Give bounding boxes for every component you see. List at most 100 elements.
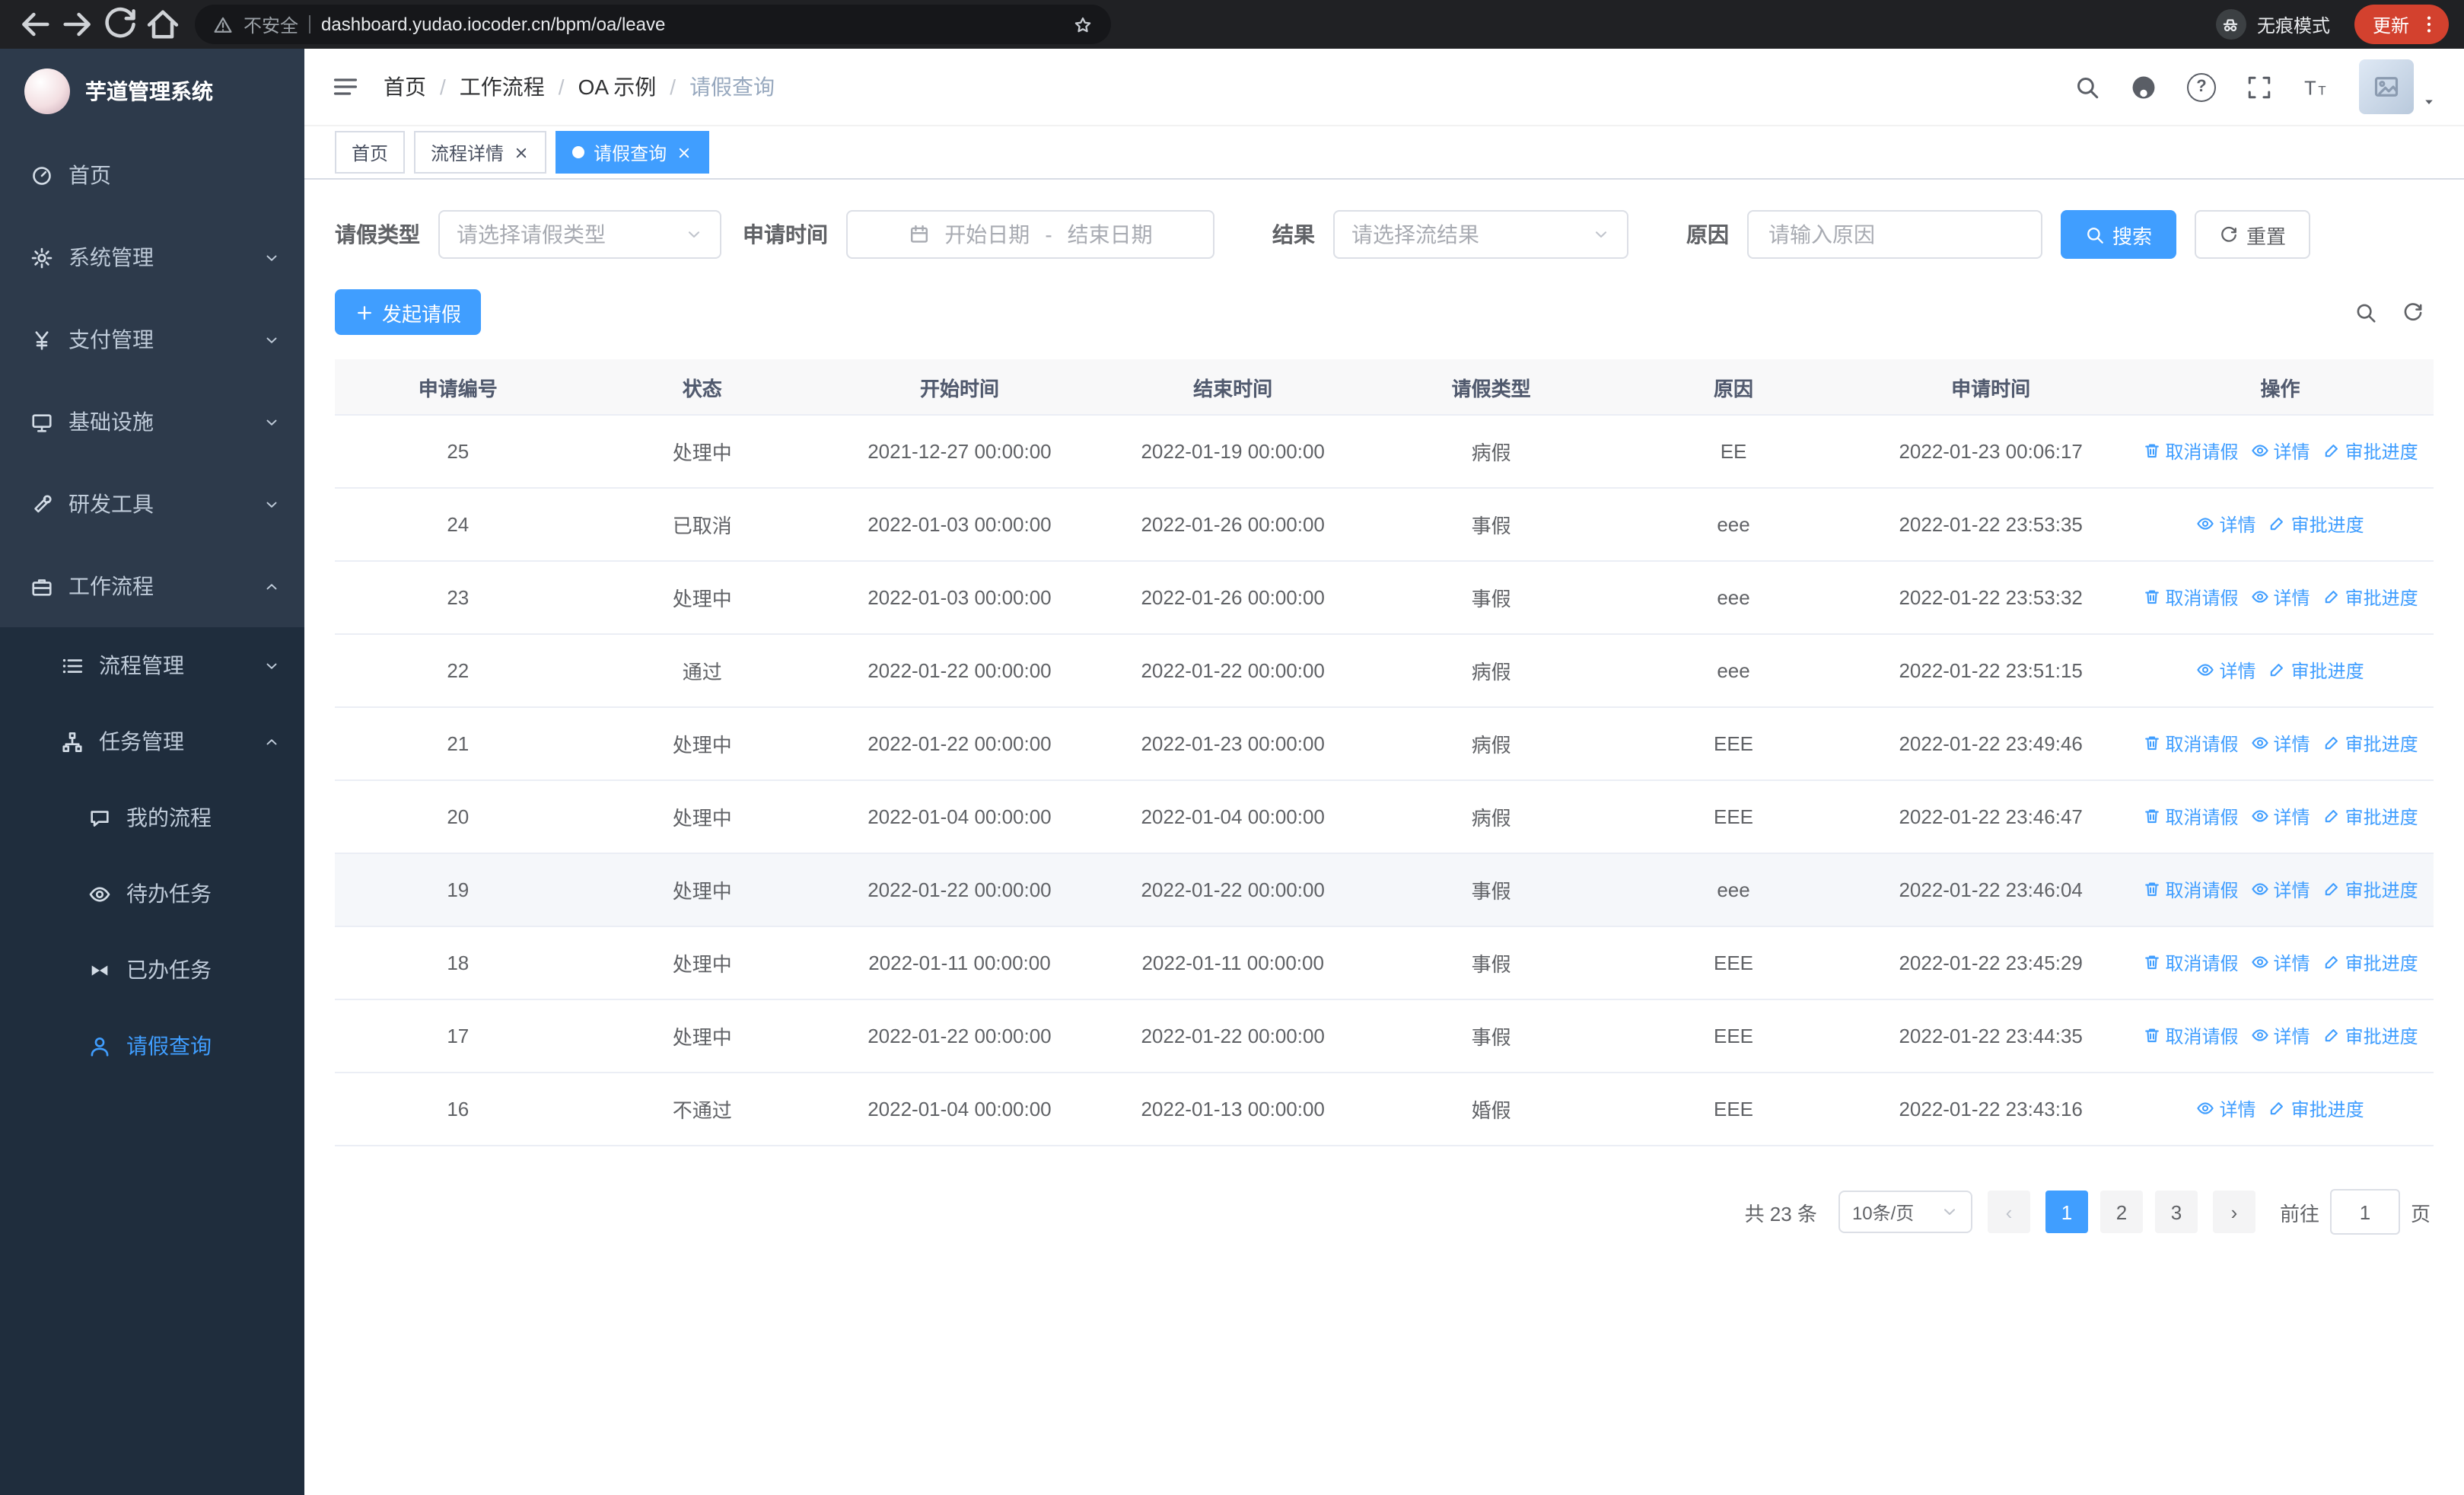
url-bar[interactable]: 不安全 dashboard.yudao.iocoder.cn/bpm/oa/le… [195, 5, 1111, 44]
goto-page: 前往 页 [2280, 1189, 2431, 1235]
hamburger-icon[interactable] [332, 73, 359, 100]
sidebar-item-process-mgmt[interactable]: 流程管理 [0, 627, 304, 703]
progress-action-link[interactable]: 审批进度 [2322, 804, 2418, 830]
browser-menu-dots-icon[interactable] [2418, 14, 2440, 35]
cancel-action-link[interactable]: 取消请假 [2143, 1023, 2239, 1049]
detail-action-link[interactable]: 详情 [2197, 1096, 2256, 1122]
progress-action-link[interactable]: 审批进度 [2268, 1096, 2364, 1122]
result-select[interactable]: 请选择流结果 [1333, 210, 1628, 259]
help-icon[interactable]: ? [2187, 72, 2216, 101]
sidebar-item-infra[interactable]: 基础设施 [0, 381, 304, 463]
sidebar-item-home[interactable]: 首页 [0, 134, 304, 216]
apply-time-range-picker[interactable]: 开始日期 - 结束日期 [846, 210, 1214, 259]
sidebar-item-payment[interactable]: 支付管理 [0, 298, 304, 381]
plus-icon [355, 302, 374, 322]
detail-action-link[interactable]: 详情 [2251, 731, 2310, 757]
progress-action-link[interactable]: 审批进度 [2322, 1023, 2418, 1049]
cell-apply-time: 2022-01-22 23:49:46 [1854, 707, 2128, 781]
next-page-button[interactable]: › [2212, 1191, 2255, 1233]
detail-action-link[interactable]: 详情 [2251, 877, 2310, 903]
trash-icon [2143, 735, 2161, 753]
cancel-action-link[interactable]: 取消请假 [2143, 877, 2239, 903]
refresh-table-icon[interactable] [2402, 301, 2424, 324]
detail-action-link[interactable]: 详情 [2251, 438, 2310, 464]
browser-home-button[interactable] [143, 5, 183, 44]
fullscreen-icon[interactable] [2246, 74, 2272, 100]
sidebar-item-workflow[interactable]: 工作流程 [0, 545, 304, 627]
detail-action-link[interactable]: 详情 [2251, 585, 2310, 610]
reason-input[interactable] [1765, 221, 2024, 248]
cancel-action-link[interactable]: 取消请假 [2143, 438, 2239, 464]
create-leave-button[interactable]: 发起请假 [335, 289, 482, 335]
page-size-select[interactable]: 10条/页 [1838, 1191, 1972, 1233]
sidebar-item-label: 任务管理 [99, 729, 184, 754]
cell-status: 处理中 [581, 415, 823, 489]
github-icon[interactable] [2131, 74, 2157, 100]
page-button-3[interactable]: 3 [2154, 1191, 2198, 1233]
header-search-icon[interactable] [2074, 74, 2100, 100]
progress-action-link[interactable]: 审批进度 [2322, 950, 2418, 976]
browser-reload-button[interactable] [100, 5, 140, 44]
leave-type-select[interactable]: 请选择请假类型 [438, 210, 721, 259]
detail-action-link[interactable]: 详情 [2251, 950, 2310, 976]
progress-action-link[interactable]: 审批进度 [2322, 585, 2418, 610]
eye-icon [2197, 515, 2215, 534]
sidebar-item-task-mgmt[interactable]: 任务管理 [0, 703, 304, 779]
detail-action-link[interactable]: 详情 [2197, 512, 2256, 537]
chevron-down-icon [263, 331, 280, 348]
cancel-action-link[interactable]: 取消请假 [2143, 585, 2239, 610]
sidebar-item-system[interactable]: 系统管理 [0, 216, 304, 298]
browser-back-button[interactable] [15, 5, 55, 44]
browser-forward-button[interactable] [58, 5, 97, 44]
progress-action-link[interactable]: 审批进度 [2322, 877, 2418, 903]
sidebar-item-done-tasks[interactable]: 已办任务 [0, 932, 304, 1008]
leave-type-label: 请假类型 [335, 222, 420, 247]
tab-流程详情[interactable]: 流程详情 [414, 131, 547, 174]
progress-action-link[interactable]: 审批进度 [2268, 512, 2364, 537]
font-size-icon[interactable]: TT [2303, 74, 2329, 100]
search-button[interactable]: 搜索 [2061, 210, 2177, 259]
cancel-action-link[interactable]: 取消请假 [2143, 731, 2239, 757]
toggle-search-icon[interactable] [2354, 301, 2377, 324]
cell-status: 通过 [581, 634, 823, 708]
progress-action-link[interactable]: 审批进度 [2322, 438, 2418, 464]
progress-action-link[interactable]: 审批进度 [2322, 731, 2418, 757]
cancel-action-link[interactable]: 取消请假 [2143, 804, 2239, 830]
close-icon[interactable] [513, 144, 530, 161]
prev-page-button[interactable]: ‹ [1987, 1191, 2030, 1233]
bookmark-star-icon[interactable] [1073, 14, 1093, 34]
browser-update-button[interactable]: 更新 [2354, 5, 2449, 44]
app-logo[interactable]: 芋道管理系统 [0, 49, 304, 134]
column-header: 原因 [1612, 359, 1855, 416]
tab-首页[interactable]: 首页 [335, 131, 406, 174]
breadcrumb-item[interactable]: 首页 [384, 72, 426, 102]
chevron-down-icon [263, 496, 280, 512]
cell-status: 处理中 [581, 926, 823, 1000]
tab-请假查询[interactable]: 请假查询 [556, 131, 710, 174]
cell-apply-time: 2022-01-22 23:45:29 [1854, 926, 2128, 1000]
active-tab-dot [572, 146, 585, 158]
close-icon[interactable] [676, 144, 692, 161]
sidebar-item-todo-tasks[interactable]: 待办任务 [0, 856, 304, 932]
cell-end-time: 2022-01-19 00:00:00 [1095, 415, 1370, 489]
reset-button[interactable]: 重置 [2195, 210, 2311, 259]
breadcrumb-item[interactable]: 工作流程 [460, 72, 545, 102]
page-button-2[interactable]: 2 [2099, 1191, 2143, 1233]
cell-apply-time: 2022-01-22 23:46:47 [1854, 780, 2128, 854]
sidebar-item-my-process[interactable]: 我的流程 [0, 779, 304, 856]
progress-action-link[interactable]: 审批进度 [2268, 658, 2364, 684]
edit-icon [2268, 515, 2287, 534]
breadcrumb-item[interactable]: OA 示例 [578, 72, 657, 102]
cell-id: 24 [335, 488, 581, 562]
chevron-down-icon [685, 225, 703, 244]
page-button-1[interactable]: 1 [2045, 1191, 2088, 1233]
sidebar-item-leave-query[interactable]: 请假查询 [0, 1008, 304, 1084]
detail-action-link[interactable]: 详情 [2251, 804, 2310, 830]
sidebar-item-devtools[interactable]: 研发工具 [0, 463, 304, 545]
chevron-down-icon [263, 413, 280, 430]
cancel-action-link[interactable]: 取消请假 [2143, 950, 2239, 976]
user-menu[interactable] [2359, 59, 2437, 114]
goto-page-input[interactable] [2329, 1189, 2400, 1235]
detail-action-link[interactable]: 详情 [2197, 658, 2256, 684]
detail-action-link[interactable]: 详情 [2251, 1023, 2310, 1049]
